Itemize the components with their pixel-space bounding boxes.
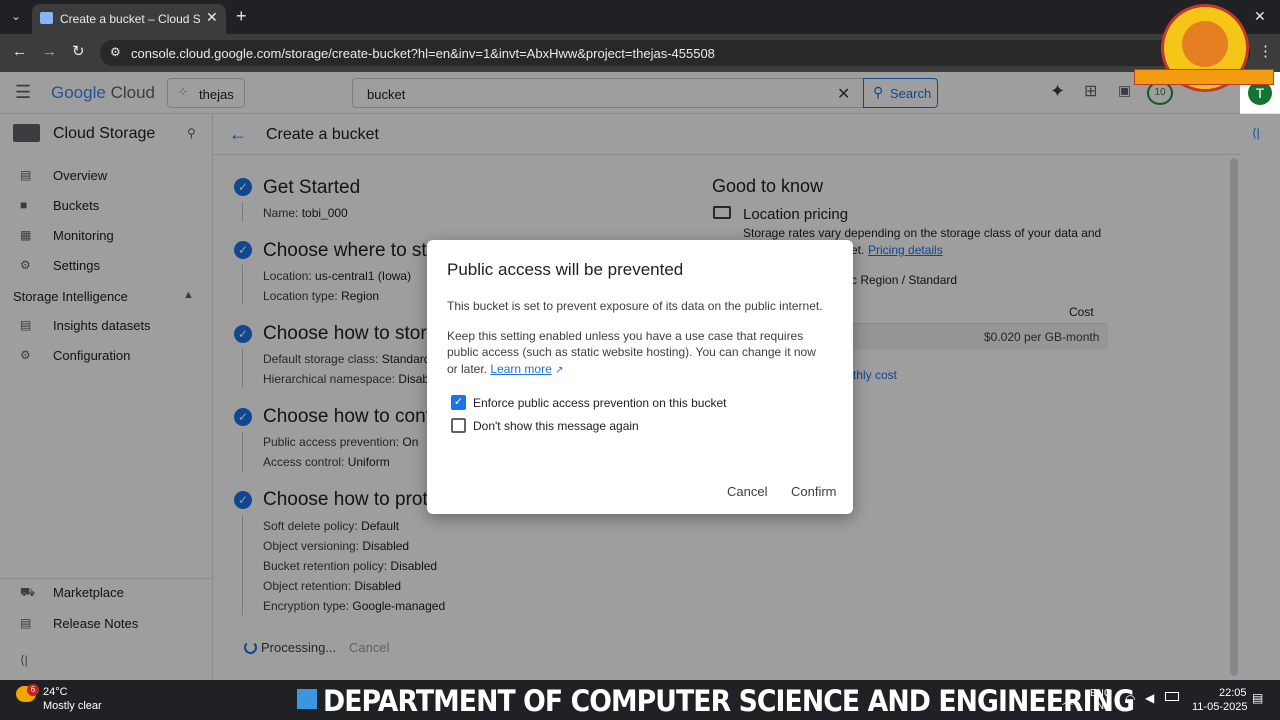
more-menu-icon[interactable]: ⋮ bbox=[1258, 42, 1273, 60]
url-text: console.cloud.google.com/storage/create-… bbox=[131, 46, 715, 61]
volume-icon[interactable]: ◀ bbox=[1145, 691, 1154, 705]
site-info-icon[interactable]: ⚙ bbox=[110, 45, 121, 59]
dialog-text: or later. bbox=[447, 362, 488, 376]
windows-start-icon[interactable] bbox=[297, 689, 317, 709]
enforce-checkbox[interactable]: ✓ bbox=[451, 395, 466, 410]
clock-time[interactable]: 22:05 bbox=[1219, 687, 1247, 699]
logo-ribbon bbox=[1134, 69, 1274, 85]
modal-backdrop-right bbox=[1240, 114, 1280, 680]
dialog-paragraph-2-line-1: Keep this setting enabled unless you hav… bbox=[447, 329, 804, 343]
battery-icon[interactable] bbox=[1165, 692, 1179, 701]
weather-badge: 6 bbox=[27, 684, 39, 696]
dont-show-checkbox[interactable] bbox=[451, 418, 466, 433]
browser-tab-active[interactable]: Create a bucket – Cloud Storag ✕ bbox=[32, 4, 226, 34]
department-banner: DEPARTMENT OF COMPUTER SCIENCE AND ENGIN… bbox=[323, 684, 1135, 718]
tab-title: Create a bucket – Cloud Storag bbox=[60, 12, 200, 26]
back-icon[interactable]: ← bbox=[12, 43, 27, 60]
tab-list-button[interactable]: ⌄ bbox=[6, 8, 26, 26]
learn-more-link[interactable]: Learn more bbox=[490, 362, 551, 376]
cancel-button[interactable]: Cancel bbox=[727, 484, 767, 499]
window-close-icon[interactable]: ✕ bbox=[1254, 8, 1266, 25]
new-tab-button[interactable]: + bbox=[236, 6, 247, 27]
browser-tab-bar: ⌄ Create a bucket – Cloud Storag ✕ + ✕ bbox=[0, 0, 1280, 34]
tab-favicon-icon bbox=[40, 12, 53, 24]
dialog-paragraph-1: This bucket is set to prevent exposure o… bbox=[447, 299, 823, 313]
dialog-paragraph-2-line-2: public access (such as static website ho… bbox=[447, 345, 816, 359]
confirm-button[interactable]: Confirm bbox=[791, 484, 837, 499]
tab-close-icon[interactable]: ✕ bbox=[206, 9, 218, 26]
dialog-title: Public access will be prevented bbox=[447, 260, 684, 279]
notification-icon[interactable]: ▤ bbox=[1252, 691, 1263, 705]
clock-date[interactable]: 11-05-2025 bbox=[1192, 701, 1247, 713]
external-link-icon: ↗ bbox=[555, 365, 564, 376]
reload-icon[interactable]: ↻ bbox=[72, 42, 85, 60]
weather-desc: Mostly clear bbox=[43, 700, 102, 712]
weather-temp: 24°C bbox=[43, 686, 68, 698]
url-field[interactable]: ⚙ console.cloud.google.com/storage/creat… bbox=[100, 40, 1250, 66]
logo-inner-circle bbox=[1182, 21, 1228, 67]
public-access-dialog: Public access will be prevented This buc… bbox=[427, 240, 853, 514]
forward-icon[interactable]: → bbox=[42, 43, 57, 60]
enforce-checkbox-label[interactable]: Enforce public access prevention on this… bbox=[473, 396, 726, 410]
dialog-paragraph-2-line-3: or later. Learn more ↗ bbox=[447, 361, 563, 379]
college-logo bbox=[1134, 4, 1274, 92]
dont-show-checkbox-label[interactable]: Don't show this message again bbox=[473, 419, 639, 433]
